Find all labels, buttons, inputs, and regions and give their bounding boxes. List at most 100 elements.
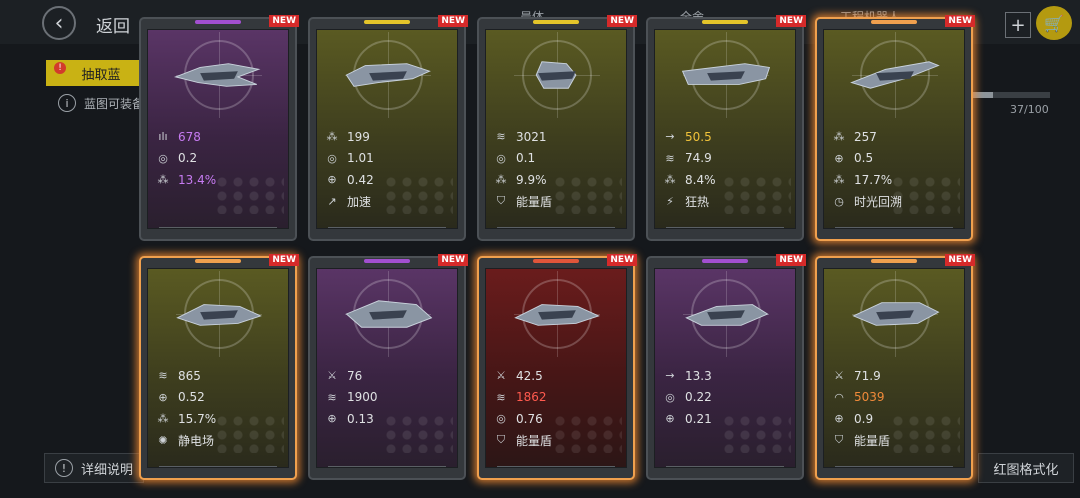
fire-rate-icon: ◎ xyxy=(327,151,337,165)
blueprint-card[interactable]: NEW ≋ 3021 ◎ 0.1 ⁂ 9.9% ⛉ 能量盾 xyxy=(477,15,637,241)
rarity-bar xyxy=(871,259,917,263)
card-panel: ≋ 865 ⊕ 0.52 ⁂ 15.7% ✺ 静电场 xyxy=(147,268,289,468)
new-badge: NEW xyxy=(776,15,806,27)
stat-list: → 50.5 ≋ 74.9 ⁂ 8.4% ⚡ 狂热 xyxy=(661,126,795,212)
stat-value: 42.5 xyxy=(516,368,543,383)
stat-value: 0.42 xyxy=(347,172,374,187)
card-panel: ⚔ 76 ≋ 1900 ⊕ 0.13 xyxy=(316,268,458,468)
card-footer-deco xyxy=(159,227,277,236)
new-badge: NEW xyxy=(438,254,468,266)
stat-row: ⊕ 0.21 xyxy=(661,408,795,430)
card-panel: → 50.5 ≋ 74.9 ⁂ 8.4% ⚡ 狂热 xyxy=(654,29,796,229)
stat-row: ılı 678 xyxy=(154,126,288,148)
info-icon: ! xyxy=(55,459,73,477)
stat-row: ◎ 0.2 xyxy=(154,148,288,170)
stat-row: ⁂ 9.9% xyxy=(492,169,626,191)
stat-value: 17.7% xyxy=(854,172,893,187)
new-badge: NEW xyxy=(269,15,299,27)
stat-row: ⛉ 能量盾 xyxy=(830,430,964,452)
ship-icon xyxy=(345,63,431,87)
shield-icon: ⛉ xyxy=(496,194,506,208)
stat-value: 0.13 xyxy=(347,411,374,426)
stat-list: → 13.3 ◎ 0.22 ⊕ 0.21 xyxy=(661,365,795,430)
static-field-icon: ✺ xyxy=(158,433,168,447)
card-footer-deco xyxy=(666,227,784,236)
blueprint-card[interactable]: NEW → 50.5 ≋ 74.9 ⁂ 8.4% ⚡ 狂热 xyxy=(646,15,806,241)
stat-list: ⚔ 76 ≋ 1900 ⊕ 0.13 xyxy=(323,365,457,430)
stat-value: 静电场 xyxy=(178,433,215,448)
back-label[interactable]: 返回 xyxy=(96,12,130,37)
fire-rate-icon: ◎ xyxy=(496,412,506,426)
new-badge: NEW xyxy=(607,15,637,27)
stat-value: 能量盾 xyxy=(516,433,553,448)
crosshair-icon: ⊕ xyxy=(158,390,168,404)
rarity-bar xyxy=(195,20,241,24)
stat-row: ✺ 静电场 xyxy=(154,430,288,452)
stat-value: 时光回溯 xyxy=(854,194,903,209)
stat-value: 1862 xyxy=(516,390,547,405)
stat-value: 13.4% xyxy=(178,172,217,187)
stat-value: 0.21 xyxy=(685,411,712,426)
cart-icon: 🛒 xyxy=(1044,13,1064,33)
stat-value: 71.9 xyxy=(854,368,881,383)
blueprint-card[interactable]: NEW ≋ 865 ⊕ 0.52 ⁂ 15.7% ✺ 静电场 xyxy=(139,254,299,480)
alert-icon: ! xyxy=(54,62,66,74)
crosshair-icon: ⊕ xyxy=(665,412,675,426)
blueprint-card[interactable]: NEW ⁂ 257 ⊕ 0.5 ⁂ 17.7% ◷ 时光回溯 xyxy=(815,15,975,241)
armor-icon: ≋ xyxy=(496,130,506,144)
hint-text: 蓝图可装备 xyxy=(84,97,145,111)
stat-row: ⁂ 199 xyxy=(323,126,457,148)
card-footer-deco xyxy=(497,227,615,236)
ship-icon xyxy=(681,63,771,85)
blueprint-card[interactable]: NEW ⁂ 199 ◎ 1.01 ⊕ 0.42 ↗ 加速 xyxy=(308,15,468,241)
blueprint-card[interactable]: NEW ⚔ 76 ≋ 1900 ⊕ 0.13 xyxy=(308,254,468,480)
blueprint-card[interactable]: NEW → 13.3 ◎ 0.22 ⊕ 0.21 xyxy=(646,254,806,480)
spread-icon: ⁂ xyxy=(833,130,845,144)
red-format-button[interactable]: 红图格式化 xyxy=(978,453,1074,483)
ship-icon xyxy=(173,63,261,87)
stat-value: 0.76 xyxy=(516,411,543,426)
info-icon[interactable]: i xyxy=(58,94,76,112)
fire-rate-icon: ◎ xyxy=(665,390,675,404)
cart-button[interactable]: 🛒 xyxy=(1036,6,1072,40)
rarity-bar xyxy=(364,259,410,263)
stat-value: 0.5 xyxy=(854,151,874,166)
card-footer-deco xyxy=(328,466,446,475)
card-panel: ⚔ 42.5 ≋ 1862 ◎ 0.76 ⛉ 能量盾 xyxy=(485,268,627,468)
card-panel: ⚔ 71.9 ◠ 5039 ⊕ 0.9 ⛉ 能量盾 xyxy=(823,268,965,468)
frenzy-icon: ⚡ xyxy=(666,194,674,208)
crit-icon: ⁂ xyxy=(664,173,676,187)
stat-row: ⚔ 71.9 xyxy=(830,365,964,387)
add-button[interactable]: + xyxy=(1005,12,1031,38)
stat-row: ⛉ 能量盾 xyxy=(492,430,626,452)
new-badge: NEW xyxy=(776,254,806,266)
stat-row: ⚔ 76 xyxy=(323,365,457,387)
new-badge: NEW xyxy=(607,254,637,266)
blueprint-card[interactable]: NEW ılı 678 ◎ 0.2 ⁂ 13.4% xyxy=(139,15,299,241)
blueprint-card[interactable]: NEW ⚔ 42.5 ≋ 1862 ◎ 0.76 ⛉ 能量盾 xyxy=(477,254,637,480)
stat-row: ⁂ 15.7% xyxy=(154,408,288,430)
stat-list: ≋ 865 ⊕ 0.52 ⁂ 15.7% ✺ 静电场 xyxy=(154,365,288,451)
back-button[interactable]: ‹ xyxy=(42,6,76,40)
stat-value: 865 xyxy=(178,368,201,383)
stat-list: ⁂ 257 ⊕ 0.5 ⁂ 17.7% ◷ 时光回溯 xyxy=(830,126,964,212)
blueprint-card[interactable]: NEW ⚔ 71.9 ◠ 5039 ⊕ 0.9 ⛉ 能量盾 xyxy=(815,254,975,480)
stat-row: ≋ 1862 xyxy=(492,387,626,409)
card-footer-deco xyxy=(497,466,615,475)
damage-icon: ⚔ xyxy=(327,369,337,383)
stat-row: ≋ 3021 xyxy=(492,126,626,148)
time-rewind-icon: ◷ xyxy=(834,194,844,208)
card-footer-deco xyxy=(835,466,953,475)
crosshair-icon: ⊕ xyxy=(327,173,337,187)
rarity-bar xyxy=(364,20,410,24)
stat-value: 74.9 xyxy=(685,151,712,166)
crit-icon: ⁂ xyxy=(833,173,845,187)
detail-button[interactable]: ! 详细说明 xyxy=(44,453,144,483)
new-badge: NEW xyxy=(945,15,975,27)
stat-row: ⊕ 0.42 xyxy=(323,169,457,191)
crit-icon: ⁂ xyxy=(495,173,507,187)
rarity-bar xyxy=(871,20,917,24)
rarity-bar xyxy=(533,20,579,24)
new-badge: NEW xyxy=(438,15,468,27)
stat-value: 1.01 xyxy=(347,151,374,166)
